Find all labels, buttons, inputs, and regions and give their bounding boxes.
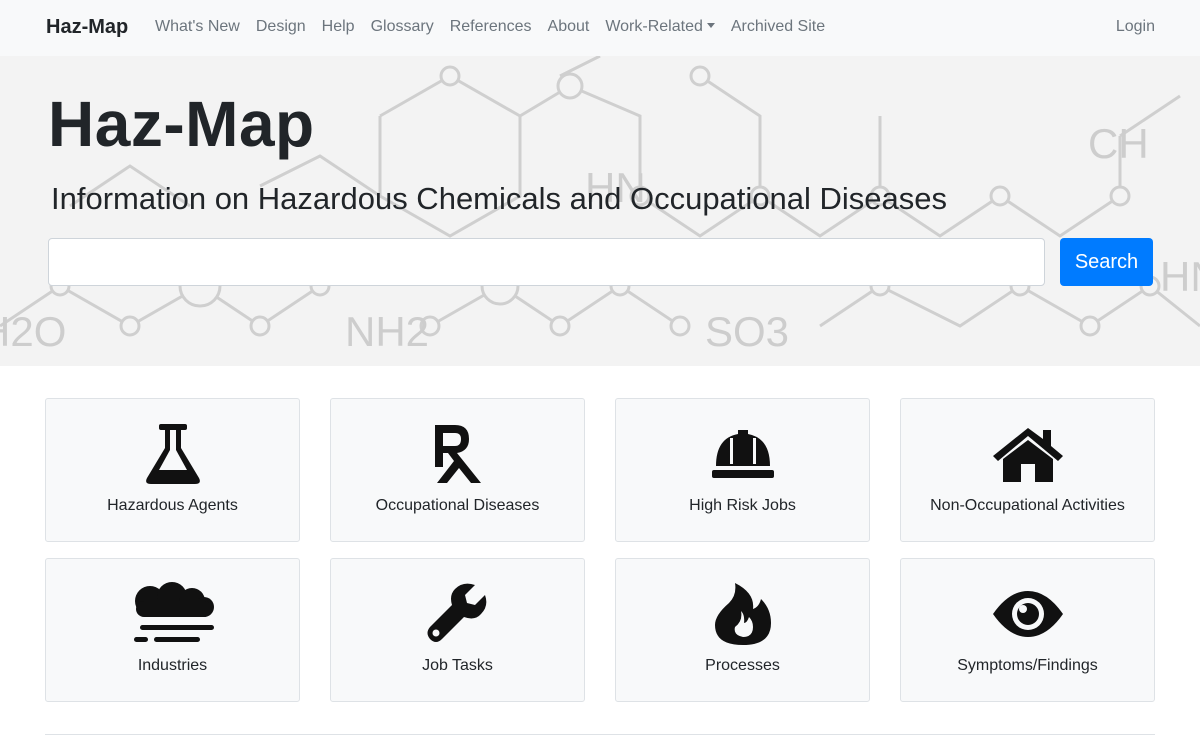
card-non-occupational-activities[interactable]: Non-Occupational Activities xyxy=(900,398,1155,542)
search-input[interactable] xyxy=(48,238,1045,286)
formula-ch: CH xyxy=(1088,120,1149,167)
card-label: Processes xyxy=(705,657,780,674)
card-job-tasks[interactable]: Job Tasks xyxy=(330,558,585,702)
brand-link[interactable]: Haz-Map xyxy=(46,16,128,39)
card-occupational-diseases[interactable]: Occupational Diseases xyxy=(330,398,585,542)
card-label: Symptoms/Findings xyxy=(957,657,1098,674)
smog-icon xyxy=(46,581,299,647)
nav-archived-site[interactable]: Archived Site xyxy=(723,18,833,36)
flask-icon xyxy=(46,421,299,487)
formula-hn-2: HN xyxy=(1160,253,1200,300)
formula-so3: SO3 xyxy=(705,308,789,355)
nav-design[interactable]: Design xyxy=(248,18,314,36)
card-label: Hazardous Agents xyxy=(107,497,238,514)
nav-glossary[interactable]: Glossary xyxy=(363,18,442,36)
hero-jumbotron: CH HN NH2 SO3 H2O HN Haz-Map Information… xyxy=(0,56,1200,366)
nav-about[interactable]: About xyxy=(540,18,598,36)
nav-help[interactable]: Help xyxy=(314,18,363,36)
top-navbar: Haz-Map What's New Design Help Glossary … xyxy=(0,0,1200,56)
home-icon xyxy=(901,421,1154,487)
search-button[interactable]: Search xyxy=(1060,238,1153,286)
card-label: High Risk Jobs xyxy=(689,497,796,514)
card-label: Occupational Diseases xyxy=(375,497,540,514)
divider xyxy=(45,734,1155,735)
card-industries[interactable]: Industries xyxy=(45,558,300,702)
page-subtitle: Information on Hazardous Chemicals and O… xyxy=(51,181,948,216)
nav-work-related-dropdown[interactable]: Work-Related xyxy=(597,18,723,36)
page-title: Haz-Map xyxy=(48,88,315,160)
card-high-risk-jobs[interactable]: High Risk Jobs xyxy=(615,398,870,542)
formula-nh2: NH2 xyxy=(345,308,429,355)
login-link[interactable]: Login xyxy=(1116,18,1155,36)
nav-references[interactable]: References xyxy=(442,18,540,36)
wrench-icon xyxy=(331,581,584,647)
caret-down-icon xyxy=(706,23,715,28)
prescription-icon xyxy=(331,421,584,487)
card-symptoms-findings[interactable]: Symptoms/Findings xyxy=(900,558,1155,702)
nav-whats-new[interactable]: What's New xyxy=(147,18,248,36)
card-label: Job Tasks xyxy=(422,657,493,674)
fire-icon xyxy=(616,581,869,647)
formula-h2o: H2O xyxy=(0,308,66,355)
card-label: Industries xyxy=(137,657,208,674)
nav-links: What's New Design Help Glossary Referenc… xyxy=(147,18,833,36)
nav-work-related-label: Work-Related xyxy=(605,18,703,35)
card-label: Non-Occupational Activities xyxy=(930,497,1125,514)
hard-hat-icon xyxy=(616,421,869,487)
eye-icon xyxy=(901,581,1154,647)
card-processes[interactable]: Processes xyxy=(615,558,870,702)
card-hazardous-agents[interactable]: Hazardous Agents xyxy=(45,398,300,542)
